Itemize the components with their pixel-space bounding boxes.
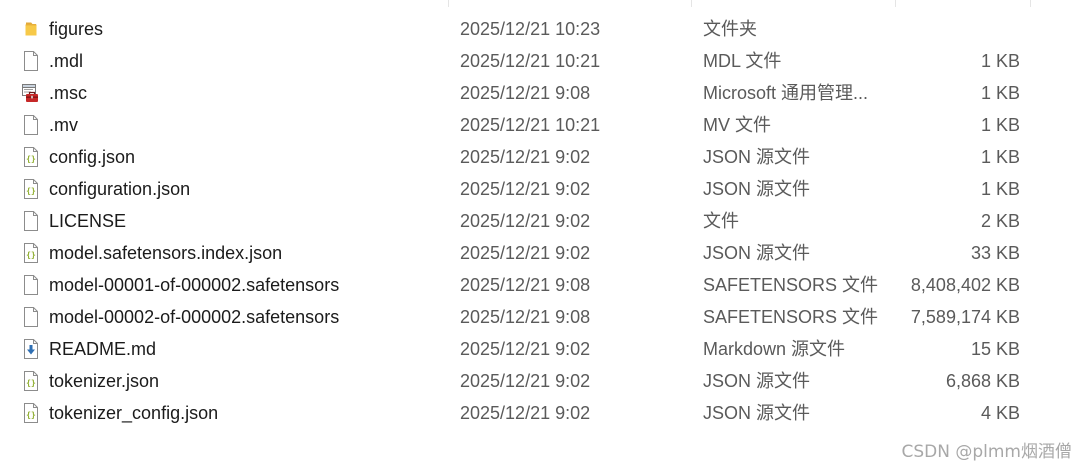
column-separator[interactable] xyxy=(691,0,692,7)
file-size: 1 KB xyxy=(980,83,1020,103)
json-file-icon: {} xyxy=(21,397,41,429)
blank-file-icon xyxy=(21,109,41,141)
file-modified-date: 2025/12/21 9:02 xyxy=(460,179,591,199)
file-name[interactable]: .mdl xyxy=(49,45,83,77)
file-row[interactable]: {} configuration.json 2025/12/21 9:02 JSON … xyxy=(0,173,1082,205)
file-type: Microsoft 通用管理... xyxy=(703,83,869,103)
svg-text:{}: {} xyxy=(26,411,36,420)
file-name[interactable]: config.json xyxy=(49,141,135,173)
file-size: 2 KB xyxy=(980,211,1020,231)
file-name[interactable]: tokenizer.json xyxy=(49,365,159,397)
file-name[interactable]: tokenizer_config.json xyxy=(49,397,218,429)
file-row[interactable]: model-00002-of-000002.safetensors 2025/12… xyxy=(0,301,1082,333)
file-name[interactable]: model.safetensors.index.json xyxy=(49,237,282,269)
file-name[interactable]: LICENSE xyxy=(49,205,126,237)
file-modified-date: 2025/12/21 9:02 xyxy=(460,339,591,359)
file-type: JSON 源文件 xyxy=(703,371,811,391)
file-size: 4 KB xyxy=(980,403,1020,423)
file-type: JSON 源文件 xyxy=(703,179,811,199)
file-row[interactable]: {} model.safetensors.index.json 2025/12/21… xyxy=(0,237,1082,269)
file-size: 8,408,402 KB xyxy=(910,275,1020,295)
file-type: 文件夹 xyxy=(703,19,757,39)
file-modified-date: 2025/12/21 10:21 xyxy=(460,51,601,71)
file-modified-date: 2025/12/21 10:23 xyxy=(460,19,601,39)
file-size: 7,589,174 KB xyxy=(910,307,1020,327)
file-row[interactable]: figures 2025/12/21 10:23 文件夹 xyxy=(0,13,1082,45)
file-name[interactable]: README.md xyxy=(49,333,156,365)
file-type: SAFETENSORS 文件 xyxy=(703,275,879,295)
file-row[interactable]: {} tokenizer.json 2025/12/21 9:02 JSON 源文件 6… xyxy=(0,365,1082,397)
file-size: 1 KB xyxy=(980,115,1020,135)
file-modified-date: 2025/12/21 9:02 xyxy=(460,147,591,167)
column-separator[interactable] xyxy=(448,0,449,7)
file-row[interactable]: {} config.json 2025/12/21 9:02 JSON 源文件 1 KB xyxy=(0,141,1082,173)
file-name[interactable]: .mv xyxy=(49,109,78,141)
file-modified-date: 2025/12/21 9:02 xyxy=(460,243,591,263)
json-file-icon: {} xyxy=(21,173,41,205)
blank-file-icon xyxy=(21,301,41,333)
json-file-icon: {} xyxy=(21,141,41,173)
file-type: JSON 源文件 xyxy=(703,243,811,263)
file-row[interactable]: .mv 2025/12/21 10:21 MV 文件 1 KB xyxy=(0,109,1082,141)
file-size: 1 KB xyxy=(980,51,1020,71)
file-size: 33 KB xyxy=(970,243,1020,263)
file-modified-date: 2025/12/21 9:02 xyxy=(460,371,591,391)
file-row[interactable]: model-00001-of-000002.safetensors 2025/12… xyxy=(0,269,1082,301)
column-separator[interactable] xyxy=(1030,0,1031,7)
file-type: JSON 源文件 xyxy=(703,403,811,423)
file-modified-date: 2025/12/21 9:08 xyxy=(460,307,591,327)
file-size: 15 KB xyxy=(970,339,1020,359)
file-modified-date: 2025/12/21 9:02 xyxy=(460,403,591,423)
file-row[interactable]: {} tokenizer_config.json 2025/12/21 9:02 JS… xyxy=(0,397,1082,429)
file-size: 6,868 KB xyxy=(945,371,1020,391)
file-row[interactable]: .mdl 2025/12/21 10:21 MDL 文件 1 KB xyxy=(0,45,1082,77)
watermark: CSDN @plmm烟酒僧 xyxy=(901,442,1072,462)
svg-text:{}: {} xyxy=(26,251,36,260)
msc-toolbox-icon xyxy=(21,77,41,109)
file-name[interactable]: model-00001-of-000002.safetensors xyxy=(49,269,339,301)
file-name[interactable]: model-00002-of-000002.safetensors xyxy=(49,301,339,333)
file-type: 文件 xyxy=(703,211,739,231)
file-modified-date: 2025/12/21 9:02 xyxy=(460,211,591,231)
json-file-icon: {} xyxy=(21,365,41,397)
markdown-file-icon xyxy=(21,333,41,365)
svg-text:{}: {} xyxy=(26,187,36,196)
folder-icon xyxy=(21,13,41,45)
file-name[interactable]: figures xyxy=(49,13,103,45)
file-size: 1 KB xyxy=(980,179,1020,199)
file-type: Markdown 源文件 xyxy=(703,339,846,359)
column-separator[interactable] xyxy=(895,0,896,7)
file-row[interactable]: README.md 2025/12/21 9:02 Markdown 源文件 15 K… xyxy=(0,333,1082,365)
file-type: JSON 源文件 xyxy=(703,147,811,167)
file-name[interactable]: .msc xyxy=(49,77,87,109)
blank-file-icon xyxy=(21,205,41,237)
file-row[interactable]: .msc 2025/12/21 9:08 Microsoft 通用管理... 1 KB xyxy=(0,77,1082,109)
svg-text:{}: {} xyxy=(26,155,36,164)
file-size: 1 KB xyxy=(980,147,1020,167)
file-modified-date: 2025/12/21 9:08 xyxy=(460,83,591,103)
file-name[interactable]: configuration.json xyxy=(49,173,190,205)
file-type: SAFETENSORS 文件 xyxy=(703,307,879,327)
file-type: MV 文件 xyxy=(703,115,772,135)
file-modified-date: 2025/12/21 10:21 xyxy=(460,115,601,135)
blank-file-icon xyxy=(21,269,41,301)
json-file-icon: {} xyxy=(21,237,41,269)
blank-file-icon xyxy=(21,45,41,77)
file-modified-date: 2025/12/21 9:08 xyxy=(460,275,591,295)
file-list: figures 2025/12/21 10:23 文件夹 .mdl 2025/12/21… xyxy=(0,0,1082,429)
file-type: MDL 文件 xyxy=(703,51,782,71)
svg-text:{}: {} xyxy=(26,379,36,388)
file-row[interactable]: LICENSE 2025/12/21 9:02 文件 2 KB xyxy=(0,205,1082,237)
